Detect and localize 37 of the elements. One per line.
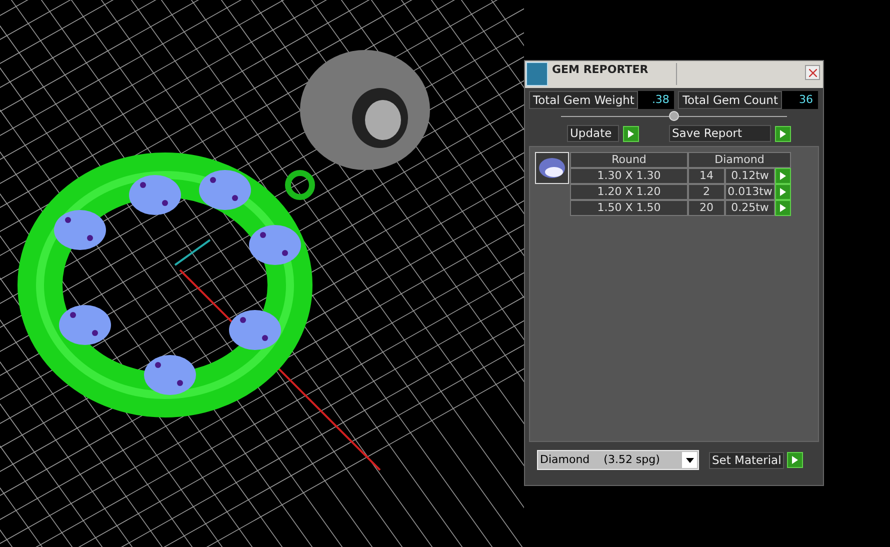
total-value: 36 [782,91,818,109]
dropdown-value: Diamond (3.52 spg) [539,452,661,468]
run-button[interactable] [787,452,804,468]
window-title: GEM REPORTER [552,62,650,78]
dropdown-arrow-button[interactable] [682,452,697,468]
play-icon [792,456,798,464]
total-label: Total Gem Count [678,91,782,109]
row-button[interactable] [775,184,791,200]
app-icon [526,62,548,86]
table-cell: 1.20 X 1.20 [570,184,688,200]
row-button[interactable] [775,168,791,184]
table-cell: 0.25tw [725,200,775,216]
column-header: Round [570,152,688,168]
play-icon [780,130,786,138]
table-cell: 0.12tw [725,168,775,184]
column-header: Diamond [688,152,791,168]
set-material-label: Set Material [709,452,784,468]
round-gem-icon [538,157,566,179]
run-button[interactable] [623,126,639,142]
action-label: Save Report [669,125,771,142]
total-value: .38 [638,91,674,109]
close-icon [808,68,816,76]
table-cell: 20 [688,200,725,216]
total-label: Total Gem Weight [529,91,638,109]
action-label: Update [567,125,619,142]
table-cell: 14 [688,168,725,184]
table-cell: 1.30 X 1.30 [570,168,688,184]
material-dropdown[interactable]: Diamond (3.52 spg) [537,450,699,470]
row-button[interactable] [775,200,791,216]
play-icon [628,130,634,138]
close-button[interactable] [805,65,820,80]
table-cell: 2 [688,184,725,200]
table-cell: 1.50 X 1.50 [570,200,688,216]
run-button[interactable] [775,126,791,142]
caret-icon [686,458,694,462]
table-cell: 0.013tw [725,184,775,200]
splitter-handle[interactable] [669,111,679,121]
